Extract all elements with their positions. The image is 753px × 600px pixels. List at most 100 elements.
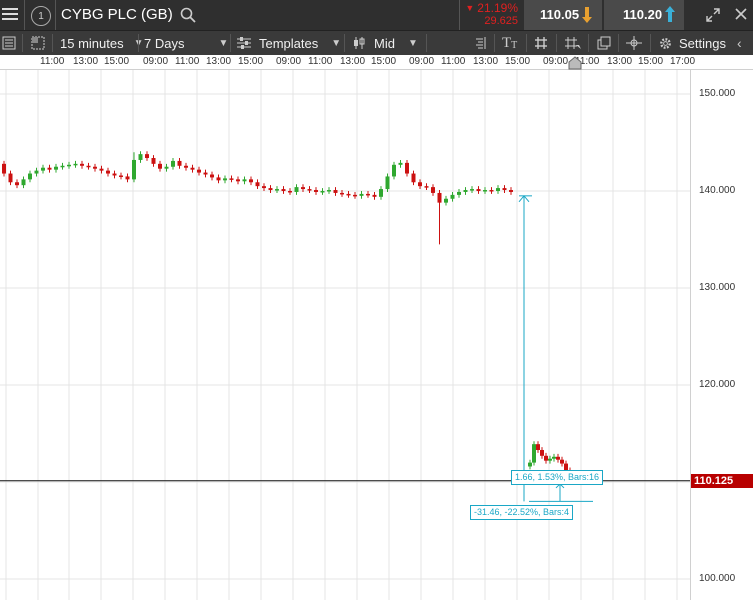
instrument-name[interactable]: CYBG PLC (GB) [61, 6, 173, 23]
candle [262, 186, 266, 189]
text-tool-icon[interactable]: TT [502, 31, 517, 55]
candle [151, 158, 156, 164]
measure-label-upper[interactable]: 1.66, 1.53%, Bars:16 [511, 470, 604, 485]
candle [502, 188, 507, 191]
candle [93, 166, 97, 169]
settings-button[interactable]: Settings [658, 31, 726, 55]
candle [15, 182, 19, 186]
change-percent: 21.19% [477, 1, 518, 15]
candle [301, 187, 305, 190]
expand-icon[interactable] [705, 7, 721, 28]
candle [80, 163, 84, 166]
time-label: 15:00 [638, 56, 664, 67]
candle [242, 179, 247, 182]
candle [41, 167, 45, 171]
candle [532, 444, 536, 463]
list-view-icon[interactable] [2, 31, 16, 55]
candle [106, 170, 110, 174]
buy-arrow-icon [665, 6, 675, 22]
time-label: 09:00 [276, 56, 302, 67]
chevron-left-icon[interactable]: ‹ [737, 31, 742, 55]
candle [307, 189, 312, 191]
current-price-badge: 110.125 [691, 474, 753, 488]
candle [398, 162, 403, 165]
price-chart[interactable]: 1.66, 1.53%, Bars:16 -31.46, -22.52%, Ba… [0, 70, 690, 600]
candle [411, 173, 416, 183]
change-absolute: 29.625 [484, 15, 518, 27]
time-label: 13:00 [206, 56, 232, 67]
candle [21, 179, 26, 186]
candle [86, 165, 91, 168]
time-label: 09:00 [409, 56, 435, 67]
time-label: 15:00 [505, 56, 531, 67]
chart-canvas[interactable] [0, 70, 690, 600]
time-label: 15:00 [238, 56, 264, 67]
time-label: 13:00 [73, 56, 99, 67]
candle [294, 187, 299, 192]
candle [353, 194, 357, 197]
price-label: 120.000 [699, 379, 736, 390]
candle [366, 193, 370, 196]
candle [418, 182, 422, 187]
menu-icon[interactable] [2, 6, 18, 22]
candle [203, 172, 208, 175]
candle [60, 165, 65, 168]
candle [333, 190, 338, 193]
settings-label: Settings [679, 35, 726, 51]
sliders-icon [237, 37, 251, 49]
gear-icon [660, 37, 671, 49]
copy-chart-icon[interactable] [597, 31, 611, 55]
time-label: 17:00 [670, 56, 696, 67]
time-label: 09:00 [143, 56, 169, 67]
candle [424, 186, 429, 188]
candle [548, 458, 552, 461]
candle [528, 462, 532, 467]
candle [392, 164, 396, 177]
current-price-value: 110.125 [694, 475, 734, 487]
search-icon[interactable] [180, 7, 196, 28]
candle [379, 189, 383, 197]
templates-select[interactable]: Templates ▼ [236, 31, 341, 55]
close-icon[interactable] [734, 7, 748, 26]
measure-label-lower[interactable]: -31.46, -22.52%, Bars:4 [470, 505, 574, 520]
candle [190, 167, 195, 170]
candle [229, 178, 234, 180]
chevron-down-icon: ▼ [331, 37, 342, 49]
candle [463, 190, 468, 192]
candle [540, 449, 544, 456]
sell-button[interactable]: 110.05 [524, 0, 602, 30]
candle [119, 175, 123, 177]
candle [275, 189, 279, 191]
candle [536, 444, 540, 450]
time-label: 11:00 [441, 56, 466, 67]
candle-type-icon [354, 37, 365, 49]
candle [54, 166, 58, 170]
chart-toolbar: 15 minutes ▼ 7 Days ▼ Templates ▼ Mid ▼ … [0, 30, 753, 55]
sell-price: 110.05 [540, 7, 580, 22]
range-select[interactable]: 7 Days ▼ [144, 31, 228, 55]
interval-select[interactable]: 15 minutes ▼ [60, 31, 144, 55]
price-label: 130.000 [699, 282, 736, 293]
candle [34, 170, 39, 174]
candle [184, 165, 188, 168]
layout-icon[interactable] [31, 31, 45, 55]
instrument-header: 1 CYBG PLC (GB) ▼ 21.19% 29.625 110.05 1… [0, 0, 753, 30]
studies-icon[interactable] [473, 31, 487, 55]
price-label: 100.000 [699, 573, 736, 584]
buy-button[interactable]: 110.20 [604, 0, 684, 30]
candle [125, 176, 130, 180]
candle [47, 167, 52, 170]
price-type-select[interactable]: Mid ▼ [352, 31, 418, 55]
candle [496, 188, 500, 191]
grid-icon[interactable] [534, 31, 548, 55]
drawing-tools-icon[interactable] [564, 31, 582, 55]
candle [476, 189, 481, 191]
chevron-down-icon: ▼ [407, 37, 418, 49]
candle [132, 159, 136, 180]
time-label: 11:00 [175, 56, 200, 67]
position-count-icon[interactable]: 1 [31, 6, 51, 26]
candle [450, 194, 455, 199]
crosshair-icon[interactable] [626, 31, 642, 55]
price-label: 140.000 [699, 185, 736, 196]
candle [437, 192, 442, 203]
